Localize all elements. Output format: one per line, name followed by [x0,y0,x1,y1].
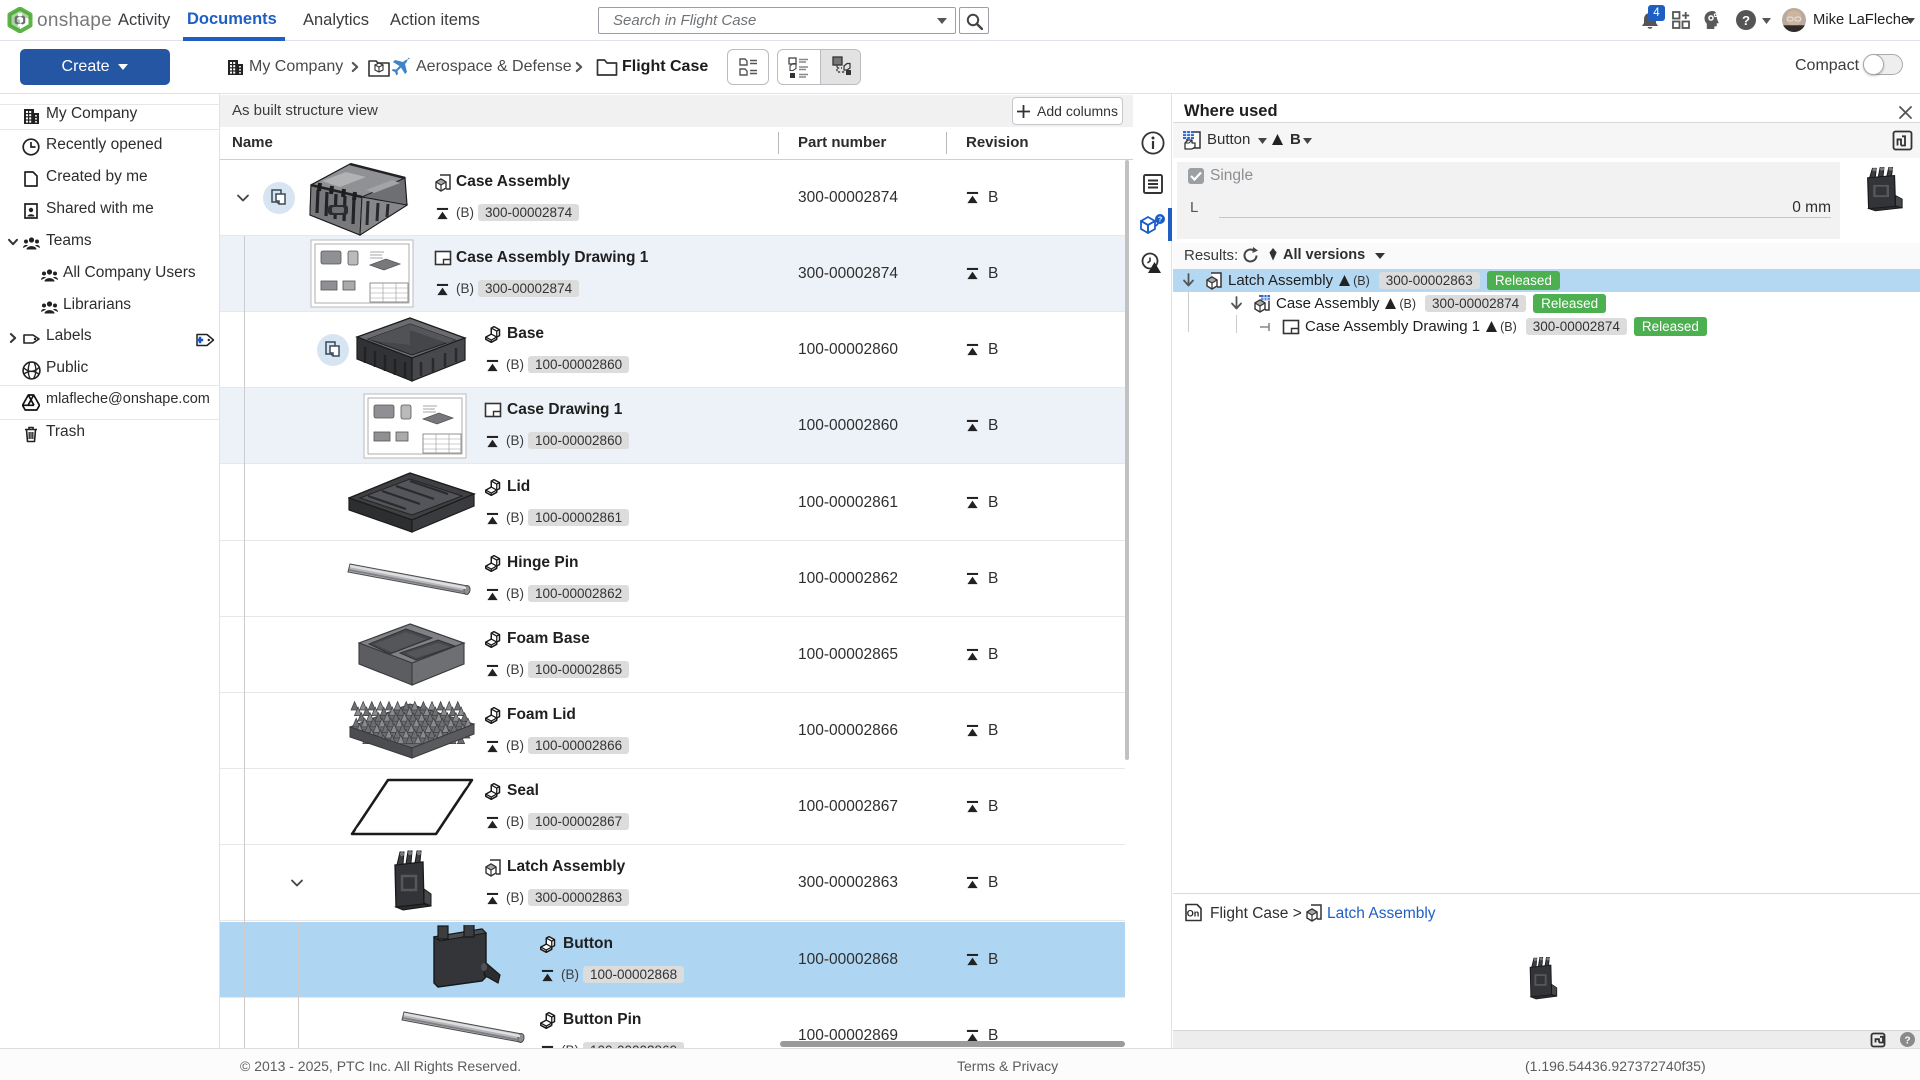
svg-text:On: On [1187,909,1200,919]
svg-text:?: ? [1158,215,1163,224]
svg-text:?: ? [1742,13,1750,28]
svg-text:?: ? [1904,1035,1910,1046]
